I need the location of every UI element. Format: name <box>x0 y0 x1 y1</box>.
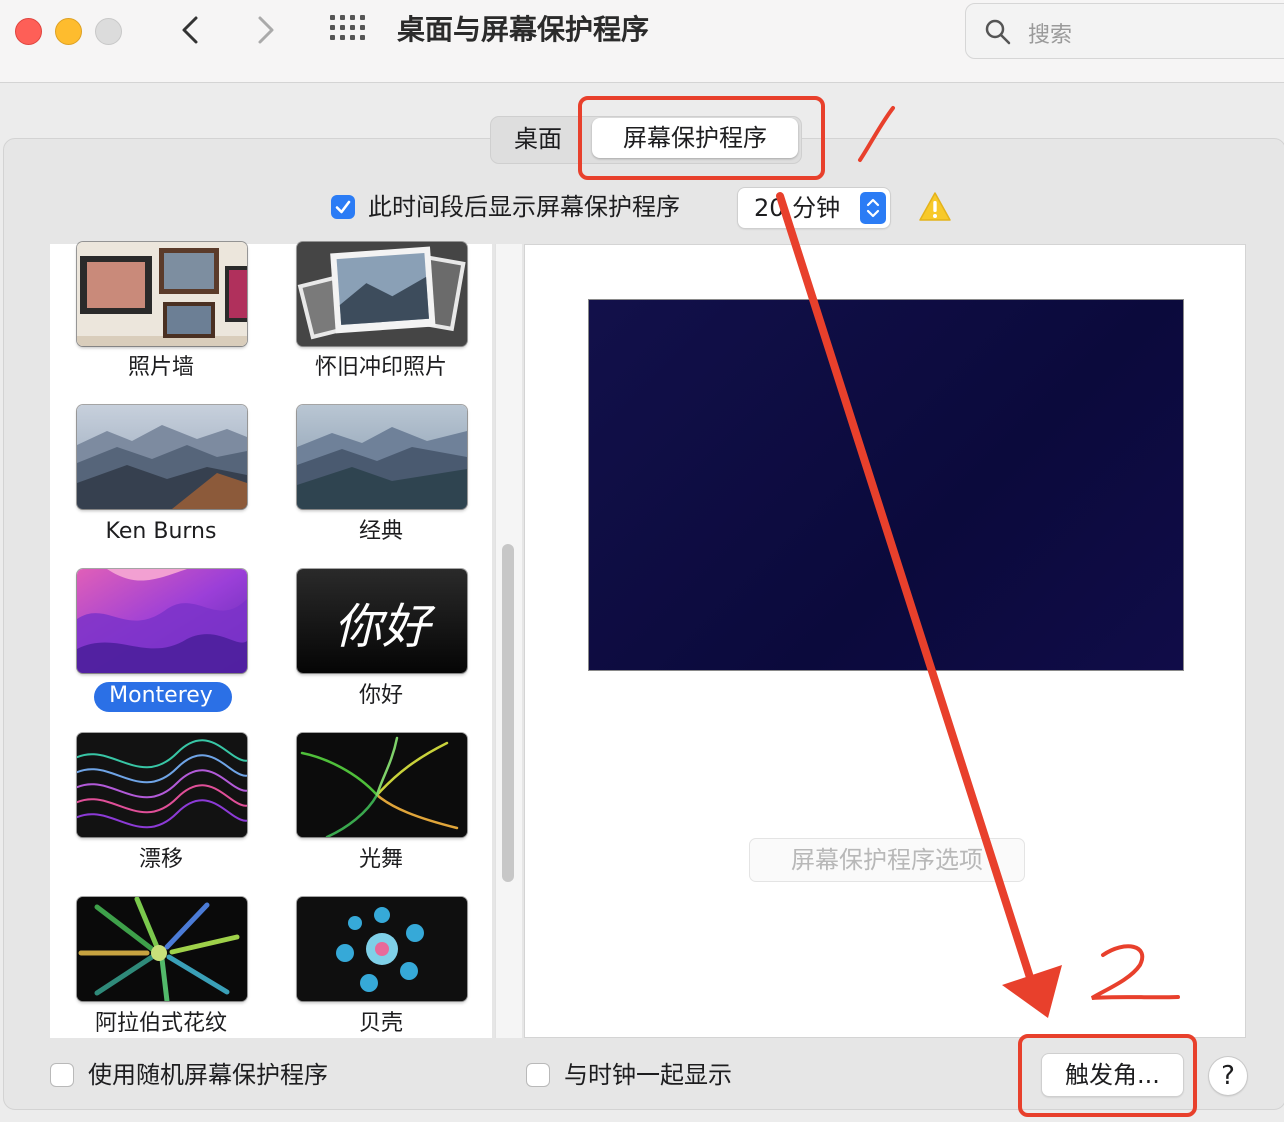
saver-label-hello: 你好 <box>358 683 403 708</box>
random-saver-checkbox[interactable] <box>50 1063 74 1087</box>
saver-label-vintage-prints: 怀旧冲印照片 <box>314 355 447 380</box>
random-saver-label: 使用随机屏幕保护程序 <box>88 1061 328 1089</box>
hot-corners-button[interactable]: 触发角... <box>1042 1054 1183 1096</box>
saver-thumb-vintage-prints[interactable] <box>297 242 467 346</box>
saver-label-photo-wall: 照片墙 <box>127 355 194 380</box>
idle-time-value: 20 分钟 <box>754 194 841 222</box>
show-with-clock-label: 与时钟一起显示 <box>564 1061 732 1089</box>
saver-thumb-classic[interactable] <box>297 405 467 509</box>
search-icon <box>985 19 1011 45</box>
saver-label-classic: 经典 <box>358 519 403 544</box>
back-chevron-icon[interactable] <box>172 10 212 50</box>
warning-icon[interactable] <box>918 191 952 223</box>
saver-label-ken-burns: Ken Burns <box>105 519 217 544</box>
saver-label-flurry: 光舞 <box>358 847 403 872</box>
window-title: 桌面与屏幕保护程序 <box>397 13 650 46</box>
saver-thumb-hello[interactable]: 你好 <box>297 569 467 673</box>
show-all-grid-icon[interactable] <box>330 15 366 45</box>
search-placeholder: 搜索 <box>1028 23 1073 48</box>
forward-chevron-icon[interactable] <box>246 10 286 50</box>
saver-thumb-drift[interactable] <box>77 733 247 837</box>
tab-screen-saver[interactable]: 屏幕保护程序 <box>592 118 798 158</box>
saver-label-drift: 漂移 <box>138 847 183 872</box>
idle-time-select[interactable]: 20 分钟 <box>738 188 890 228</box>
saver-label-arabesque: 阿拉伯式花纹 <box>94 1011 227 1036</box>
saver-thumb-monterey[interactable] <box>77 569 247 673</box>
saver-thumb-photo-wall[interactable] <box>77 242 247 346</box>
hello-thumb-text: 你好 <box>333 599 430 655</box>
zoom-window-button[interactable] <box>95 18 122 45</box>
saver-thumb-arabesque[interactable] <box>77 897 247 1001</box>
stepper-arrows-icon <box>860 192 886 224</box>
list-scroll-thumb[interactable] <box>502 544 514 882</box>
show-after-label: 此时间段后显示屏幕保护程序 <box>368 193 680 221</box>
saver-thumb-flurry[interactable] <box>297 733 467 837</box>
search-field[interactable]: 搜索 <box>965 3 1284 59</box>
minimize-window-button[interactable] <box>55 18 82 45</box>
tab-desktop[interactable]: 桌面 <box>514 122 562 156</box>
saver-label-shell: 贝壳 <box>358 1011 403 1036</box>
help-button[interactable]: ? <box>1209 1057 1247 1095</box>
saver-thumb-shell[interactable] <box>297 897 467 1001</box>
screen-saver-options-button[interactable]: 屏幕保护程序选项 <box>749 838 1025 882</box>
saver-label-monterey: Monterey <box>109 683 213 708</box>
show-with-clock-checkbox[interactable] <box>526 1063 550 1087</box>
show-after-checkbox[interactable] <box>331 195 355 219</box>
close-window-button[interactable] <box>15 18 42 45</box>
saver-thumb-ken-burns[interactable] <box>77 405 247 509</box>
title-bar: 桌面与屏幕保护程序 搜索 <box>0 0 1284 83</box>
preview-screen <box>589 300 1183 670</box>
